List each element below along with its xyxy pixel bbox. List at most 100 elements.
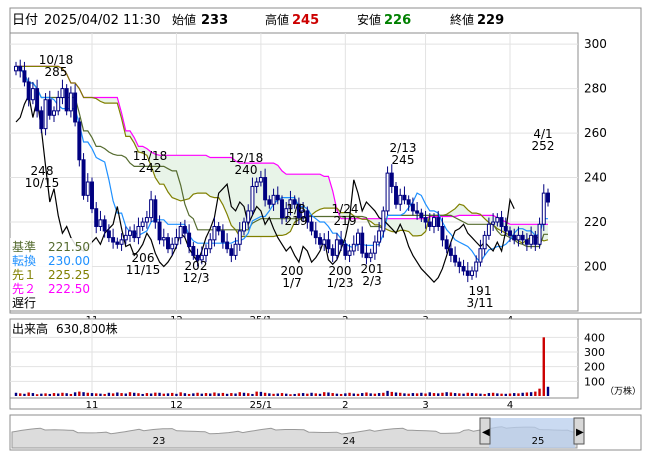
volume-bar [268,393,271,396]
volume-bar [171,392,174,396]
open-value: 233 [201,13,228,28]
candle-body [465,270,470,276]
volume-bar [521,392,524,396]
candle-body [351,243,356,252]
volume-bar [500,393,503,396]
candle-body [360,232,365,254]
volume-bar [420,392,423,396]
candle-body [220,230,225,243]
candle-body [98,219,103,227]
volume-bar [280,393,284,396]
volume-bar [192,393,195,396]
candle-body [322,239,327,245]
annotation-value: 12/3 [183,271,210,285]
volume-bar [534,391,537,396]
candle-body [263,177,268,201]
candle-body [174,237,179,245]
annotation-value: 11/15 [126,263,161,277]
volume-bar [382,392,385,396]
candle-body [313,230,318,239]
volume-y-tick: 200 [584,361,605,374]
candle-body [85,181,90,196]
candle-body [191,246,196,256]
volume-x-tick: 2 [342,400,348,411]
volume-bar [331,393,334,396]
volume-bar [209,393,212,396]
volume-bar [52,393,56,396]
volume-bar [432,393,436,396]
volume-bar [116,392,119,396]
annotation-value: 1/7 [282,276,301,290]
volume-bar [449,392,453,396]
annotation-value: 10/15 [25,176,60,190]
volume-bar [348,392,351,396]
volume-bar [225,393,229,396]
candle-body [267,199,272,205]
volume-bar [86,392,89,396]
volume-y-tick: 100 [584,375,605,388]
candle-body [339,239,344,245]
volume-bar [69,393,73,396]
candle-body [26,81,31,101]
volume-bar [289,394,292,396]
candle-body [157,221,162,241]
candle-body [182,225,187,234]
candle-body [106,230,111,239]
candle-body [394,185,398,205]
volume-bar [196,392,199,396]
volume-bar [546,386,550,396]
volume-bar [525,392,529,396]
candle-body [410,203,415,212]
price-y-tick: 280 [584,82,607,96]
volume-bar [369,393,372,396]
navigator-tick: 24 [343,436,356,447]
volume-bar [111,393,115,396]
volume-bar [475,393,478,396]
volume-y-axis: 400 300 200100 [584,331,605,388]
candle-body [43,99,48,130]
volume-bar [297,393,301,396]
price-y-tick: 200 [584,260,607,274]
candle-body [233,243,238,256]
volume-bar [230,393,233,396]
volume-bar [95,393,98,396]
volume-bar [23,393,26,396]
candle-body [30,88,35,101]
annotation-value: 285 [45,65,68,79]
volume-bar [361,393,364,396]
volume-bar [424,393,427,396]
candle-body [474,261,479,272]
volume-bar [491,392,495,396]
candle-body [364,252,369,259]
volume-bar [504,393,507,396]
volume-bar [407,393,410,396]
legend-value: 225.25 [48,268,90,282]
candle-body [508,230,512,236]
volume-bar [462,393,465,396]
date-label: 日付 [12,13,38,28]
volume-bar [57,393,60,396]
candle-body [356,232,360,245]
candle-body [448,248,453,256]
volume-bar [356,393,360,396]
candle-body [318,237,322,245]
candle-body [250,185,255,212]
candle-body [406,199,411,205]
navigator-right-arrow: ▶ [576,427,584,438]
volume-bar [187,393,191,396]
candle-body [512,234,517,241]
candle-body [242,221,246,232]
candle-body [432,217,436,227]
candle-body [132,230,137,239]
volume-bar [166,393,170,396]
volume-bar [352,393,355,396]
candle-body [119,239,124,245]
candle-body [402,194,407,201]
indicator-legend: 基準 221.50 転換 230.00 先１ 225.25 先２ 222.50 遅行 [10,238,92,310]
volume-bar [394,392,398,396]
candle-body [14,65,18,72]
volume-bar [221,392,225,396]
annotation-value: 252 [532,139,555,153]
volume-bar [133,392,136,396]
candle-body [216,225,221,232]
